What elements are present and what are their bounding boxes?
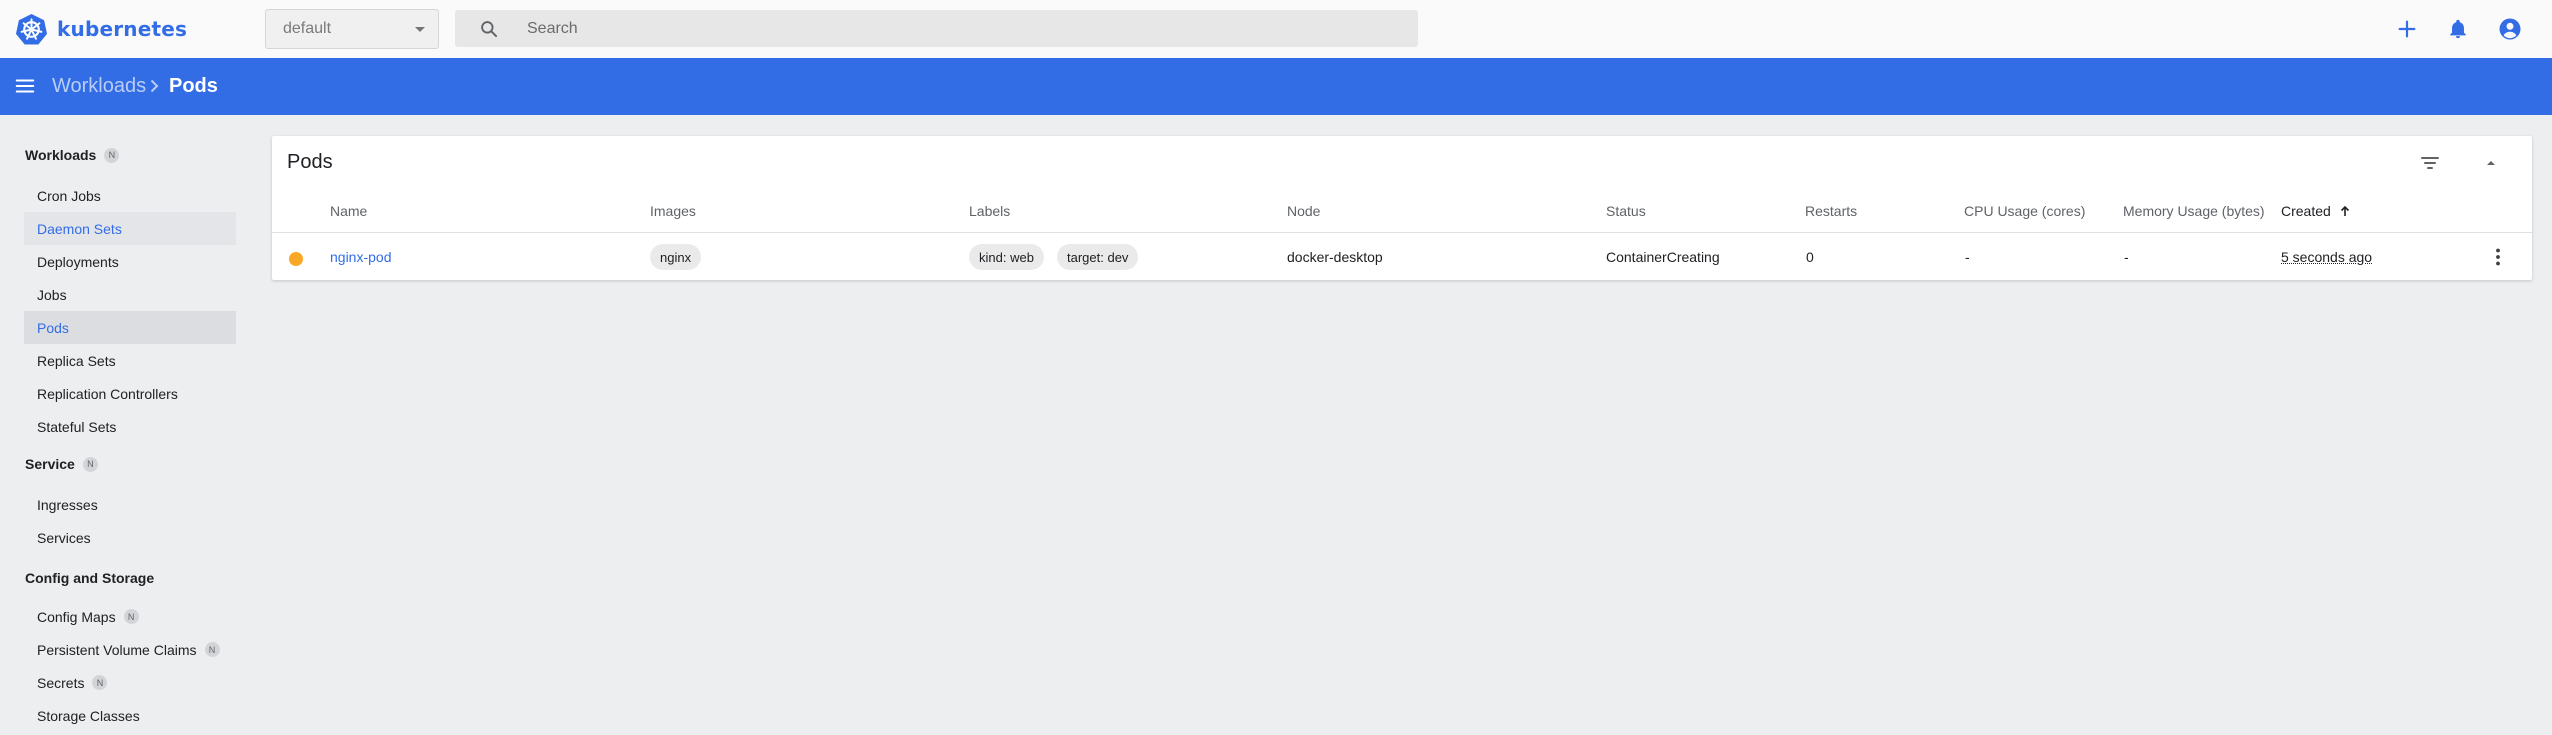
sidebar-item-storage-classes[interactable]: Storage Classes (24, 699, 236, 732)
column-header-created-label: Created (2281, 203, 2331, 219)
namespace-selector[interactable]: default (265, 9, 439, 49)
sidebar-item-label: Stateful Sets (37, 418, 117, 435)
sidebar-item-pods[interactable]: Pods (24, 311, 236, 344)
column-header-created[interactable]: Created (2281, 203, 2351, 219)
sidebar-item-label: Config Maps (37, 608, 116, 625)
brand-name: kubernetes (57, 17, 188, 41)
pods-card: Pods Name Images Labels Node Status Rest… (272, 136, 2532, 280)
filter-icon[interactable] (2418, 151, 2442, 175)
pod-name-link[interactable]: nginx-pod (330, 249, 392, 265)
column-header-labels: Labels (969, 203, 1011, 219)
pod-restarts: 0 (1806, 249, 1814, 265)
pod-memory-usage: - (2124, 249, 2129, 265)
kubernetes-logo-icon (15, 13, 48, 45)
sidebar-item-replication-controllers[interactable]: Replication Controllers (24, 377, 236, 410)
create-button[interactable] (2394, 16, 2420, 42)
sidebar-group-workloads[interactable]: Workloads N (25, 147, 120, 163)
card-title: Pods (287, 151, 333, 173)
sidebar-group-config-and-storage[interactable]: Config and Storage (25, 570, 154, 586)
sidebar-group-service[interactable]: Service N (25, 456, 98, 472)
namespaced-badge: N (204, 642, 220, 657)
sidebar-item-cron-jobs[interactable]: Cron Jobs (24, 179, 236, 212)
column-header-memory-usage: Memory Usage (bytes) (2123, 203, 2265, 219)
sidebar-item-label: Replication Controllers (37, 385, 178, 402)
sidebar-item-ingresses[interactable]: Ingresses (24, 488, 236, 521)
pod-created-age: 5 seconds ago (2281, 249, 2373, 265)
pod-status: ContainerCreating (1606, 249, 1720, 265)
pending-status-icon (289, 252, 303, 266)
sidebar-item-label: Persistent Volume Claims (37, 641, 197, 658)
sidebar-item-replica-sets[interactable]: Replica Sets (24, 344, 236, 377)
account-button[interactable] (2497, 16, 2523, 42)
dropdown-caret-icon (415, 27, 425, 32)
sidebar-item-daemon-sets[interactable]: Daemon Sets (24, 212, 236, 245)
namespaced-badge: N (104, 147, 120, 163)
chevron-right-icon (150, 79, 159, 93)
namespace-selected-value: default (283, 20, 332, 37)
sidebar-item-label: Pods (37, 319, 69, 336)
bell-icon (2450, 19, 2466, 39)
sidebar-item-label: Cron Jobs (37, 187, 101, 204)
column-header-images: Images (650, 203, 696, 219)
brand[interactable]: kubernetes (15, 12, 187, 46)
more-vert-icon[interactable] (2486, 245, 2510, 269)
column-header-node[interactable]: Node (1287, 203, 1320, 219)
column-header-name[interactable]: Name (330, 203, 367, 219)
sidebar-group-label: Workloads (25, 147, 97, 163)
hamburger-menu-icon[interactable] (14, 75, 36, 97)
sidebar-item-secrets[interactable]: Secrets N (24, 666, 236, 699)
pod-cpu-usage: - (1965, 249, 1970, 265)
sidebar-item-label: Jobs (37, 286, 67, 303)
sidebar-group-label: Service (25, 456, 75, 472)
label-chip: target: dev (1057, 244, 1139, 270)
sidebar-item-label: Daemon Sets (37, 220, 122, 237)
sidebar-item-jobs[interactable]: Jobs (24, 278, 236, 311)
namespaced-badge: N (82, 456, 98, 472)
sidebar-item-services[interactable]: Services (24, 521, 236, 554)
sidebar-item-label: Services (37, 529, 91, 546)
sidebar-item-label: Deployments (37, 253, 119, 270)
breadcrumb-workloads-link[interactable]: Workloads (52, 75, 146, 98)
column-header-cpu-usage: CPU Usage (cores) (1964, 203, 2086, 219)
plus-icon (2398, 20, 2416, 38)
account-circle-icon (2499, 18, 2521, 40)
chevron-up-icon[interactable] (2479, 151, 2503, 175)
table-row[interactable]: nginx-pod nginx kind: web target: dev do… (272, 232, 2532, 280)
sidebar-item-stateful-sets[interactable]: Stateful Sets (24, 410, 236, 443)
namespaced-badge: N (123, 609, 139, 624)
top-toolbar: kubernetes default (0, 0, 2552, 58)
sidebar: Workloads N Cron Jobs Daemon Sets Deploy… (0, 115, 256, 735)
breadcrumb-bar: Workloads Pods (0, 58, 2552, 115)
notifications-button[interactable] (2445, 16, 2471, 42)
search-input[interactable] (527, 10, 1387, 47)
search-icon[interactable] (479, 19, 499, 39)
image-chip: nginx (650, 244, 702, 270)
search-bar (455, 10, 1418, 47)
column-header-restarts: Restarts (1805, 203, 1858, 219)
sidebar-item-config-maps[interactable]: Config Maps N (24, 600, 236, 633)
sidebar-item-label: Ingresses (37, 496, 98, 513)
sidebar-item-label: Replica Sets (37, 352, 116, 369)
sidebar-item-persistent-volume-claims[interactable]: Persistent Volume Claims N (24, 633, 236, 666)
pod-node: docker-desktop (1287, 249, 1383, 265)
sort-arrow-up-icon (2340, 205, 2349, 216)
namespaced-badge: N (92, 675, 108, 690)
sidebar-item-label: Secrets (37, 674, 85, 691)
sidebar-item-deployments[interactable]: Deployments (24, 245, 236, 278)
column-header-status[interactable]: Status (1606, 203, 1646, 219)
label-chip: kind: web (969, 244, 1044, 270)
sidebar-item-label: Storage Classes (37, 707, 140, 724)
breadcrumb-current: Pods (169, 75, 218, 97)
sidebar-group-label: Config and Storage (25, 570, 155, 586)
